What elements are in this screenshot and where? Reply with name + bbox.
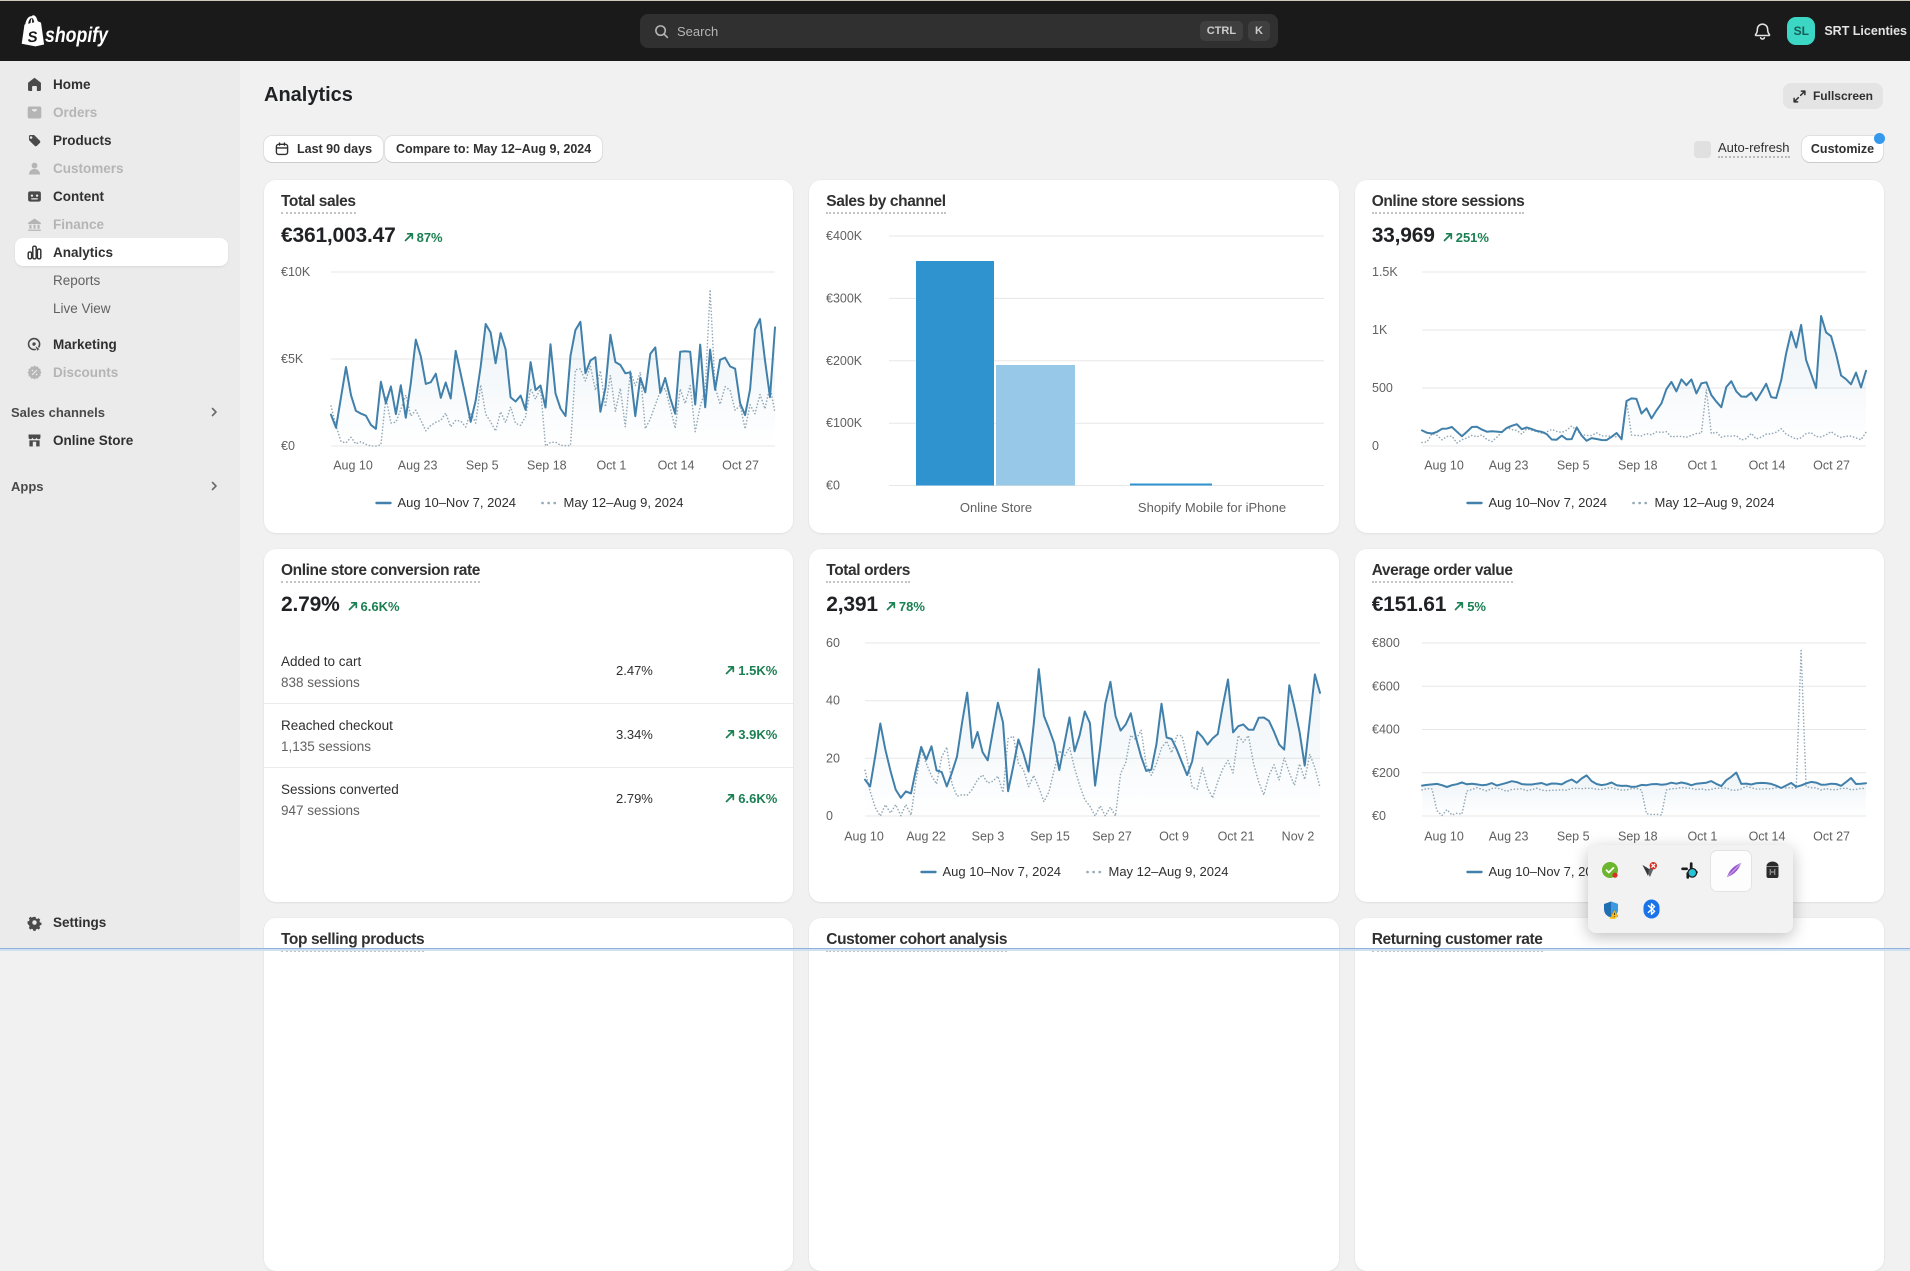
- svg-text:Aug 10: Aug 10: [844, 830, 884, 844]
- svg-text:€400: €400: [1372, 723, 1400, 737]
- svg-text:€200: €200: [1372, 766, 1400, 780]
- svg-text:Online Store: Online Store: [960, 500, 1032, 515]
- svg-text:Sep 18: Sep 18: [527, 459, 567, 473]
- svg-text:May 12–Aug 9, 2024: May 12–Aug 9, 2024: [564, 495, 684, 510]
- svg-text:Oct 27: Oct 27: [1813, 830, 1850, 844]
- svg-text:Aug 10–Nov 7, 2024: Aug 10–Nov 7, 2024: [1488, 495, 1607, 510]
- svg-text:S: S: [27, 29, 38, 47]
- svg-text:Oct 21: Oct 21: [1218, 830, 1255, 844]
- svg-text:Sep 18: Sep 18: [1618, 459, 1658, 473]
- svg-text:€10K: €10K: [281, 265, 311, 279]
- svg-text:Shopify Mobile for iPhone: Shopify Mobile for iPhone: [1138, 500, 1286, 515]
- svg-text:May 12–Aug 9, 2024: May 12–Aug 9, 2024: [1654, 495, 1774, 510]
- svg-text:€0: €0: [281, 439, 295, 453]
- svg-text:Sep 5: Sep 5: [466, 459, 499, 473]
- svg-text:Sep 18: Sep 18: [1618, 830, 1658, 844]
- svg-text:Aug 10–Nov 7, 2024: Aug 10–Nov 7, 2024: [943, 864, 1062, 879]
- svg-text:Oct 9: Oct 9: [1159, 830, 1189, 844]
- svg-text:Oct 1: Oct 1: [1687, 459, 1717, 473]
- svg-text:Sep 5: Sep 5: [1557, 830, 1590, 844]
- svg-text:60: 60: [826, 636, 840, 650]
- svg-text:Oct 27: Oct 27: [1813, 459, 1850, 473]
- svg-text:Sep 15: Sep 15: [1030, 830, 1070, 844]
- svg-text:€100K: €100K: [826, 416, 863, 430]
- svg-text:€5K: €5K: [281, 352, 304, 366]
- svg-text:Aug 23: Aug 23: [398, 459, 438, 473]
- svg-text:May 12–Aug 9, 2024: May 12–Aug 9, 2024: [1109, 864, 1229, 879]
- svg-text:Oct 14: Oct 14: [1748, 830, 1785, 844]
- svg-text:€600: €600: [1372, 679, 1400, 693]
- svg-text:Aug 10: Aug 10: [1424, 830, 1464, 844]
- svg-text:40: 40: [826, 694, 840, 708]
- svg-text:shopify: shopify: [45, 24, 109, 47]
- svg-text:Oct 1: Oct 1: [596, 459, 626, 473]
- svg-text:Aug 10: Aug 10: [333, 459, 373, 473]
- svg-text:Oct 14: Oct 14: [1748, 459, 1785, 473]
- svg-text:€400K: €400K: [826, 229, 863, 243]
- svg-text:Sep 27: Sep 27: [1092, 830, 1132, 844]
- svg-text:500: 500: [1372, 381, 1393, 395]
- svg-text:0: 0: [826, 809, 833, 823]
- svg-text:20: 20: [826, 751, 840, 765]
- svg-text:1K: 1K: [1372, 323, 1388, 337]
- svg-text:€800: €800: [1372, 636, 1400, 650]
- svg-text:€300K: €300K: [826, 291, 863, 305]
- svg-text:Aug 10: Aug 10: [1424, 459, 1464, 473]
- svg-text:Oct 14: Oct 14: [658, 459, 695, 473]
- svg-text:Aug 22: Aug 22: [906, 830, 946, 844]
- svg-text:Nov 2: Nov 2: [1282, 830, 1315, 844]
- svg-text:Aug 23: Aug 23: [1488, 830, 1528, 844]
- svg-text:0: 0: [1372, 439, 1379, 453]
- svg-text:€0: €0: [1372, 809, 1386, 823]
- svg-text:€200K: €200K: [826, 354, 863, 368]
- svg-text:1.5K: 1.5K: [1372, 265, 1398, 279]
- svg-text:€0: €0: [826, 479, 840, 493]
- svg-text:Sep 5: Sep 5: [1557, 459, 1590, 473]
- svg-text:Oct 27: Oct 27: [722, 459, 759, 473]
- svg-text:Oct 1: Oct 1: [1687, 830, 1717, 844]
- svg-text:Sep 3: Sep 3: [972, 830, 1005, 844]
- svg-text:Aug 23: Aug 23: [1488, 459, 1528, 473]
- svg-text:Aug 10–Nov 7, 2024: Aug 10–Nov 7, 2024: [398, 495, 517, 510]
